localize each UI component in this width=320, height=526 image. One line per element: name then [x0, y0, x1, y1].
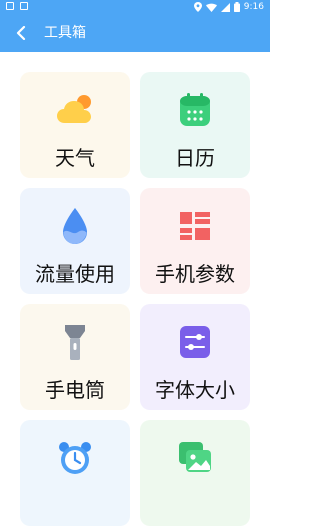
tool-card-gallery[interactable] [140, 420, 250, 526]
location-icon [193, 2, 202, 12]
tool-label: 日历 [175, 146, 215, 170]
alarm-clock-icon [55, 438, 95, 478]
back-arrow-icon [16, 26, 26, 40]
calendar-icon [175, 90, 215, 130]
tool-card-alarm[interactable] [20, 420, 130, 526]
tool-label: 字体大小 [155, 378, 235, 402]
weather-cloud-sun-icon [55, 90, 95, 130]
notification-icons [6, 2, 28, 10]
tool-card-weather[interactable]: 天气 [20, 72, 130, 178]
wifi-icon [205, 3, 217, 12]
flashlight-icon [55, 322, 95, 362]
tool-grid: 天气 日历 流量使用 手机参数 手电筒 字体大小 [0, 52, 270, 526]
tool-card-phone-specs[interactable]: 手机参数 [140, 188, 250, 294]
tool-label: 天气 [55, 146, 95, 170]
tool-card-calendar[interactable]: 日历 [140, 72, 250, 178]
tool-label: 流量使用 [35, 262, 115, 286]
tool-label: 手电筒 [45, 378, 105, 402]
clock: 9:16 [243, 2, 264, 12]
tool-card-flashlight[interactable]: 手电筒 [20, 304, 130, 410]
sliders-icon [175, 322, 215, 362]
image-gallery-icon [175, 438, 215, 478]
battery-icon [233, 2, 240, 12]
notification-icon [6, 2, 14, 10]
grid-tiles-icon [175, 206, 215, 246]
status-bar: 9:16 [0, 0, 270, 14]
tool-label: 手机参数 [155, 262, 235, 286]
tool-card-font-size[interactable]: 字体大小 [140, 304, 250, 410]
app-bar: 工具箱 [0, 14, 270, 52]
page-title: 工具箱 [44, 25, 86, 41]
water-drop-icon [55, 206, 95, 246]
back-button[interactable] [10, 22, 32, 44]
tool-card-data-usage[interactable]: 流量使用 [20, 188, 130, 294]
notification-icon [20, 2, 28, 10]
signal-icon [220, 2, 230, 12]
